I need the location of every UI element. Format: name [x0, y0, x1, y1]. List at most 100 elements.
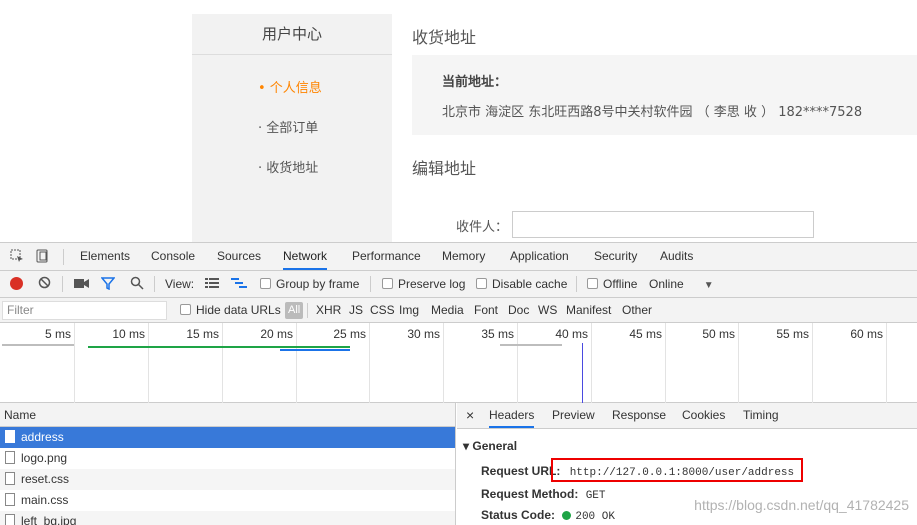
- red-highlight-box: [551, 458, 803, 482]
- timeline-tick-label: 25 ms: [333, 327, 366, 341]
- tab-headers[interactable]: Headers: [489, 403, 535, 428]
- image-file-icon: [5, 514, 15, 525]
- request-name: reset.css: [21, 472, 70, 486]
- search-icon[interactable]: [130, 276, 144, 293]
- tab-security[interactable]: Security: [594, 243, 637, 270]
- request-url-label: Request URL:: [481, 464, 561, 478]
- clear-icon[interactable]: [38, 276, 51, 292]
- sidebar-title: 用户中心: [192, 14, 392, 55]
- filter-type-other[interactable]: Other: [622, 303, 652, 317]
- preserve-log-checkbox[interactable]: Preserve log: [382, 277, 465, 291]
- address-section-title: 收货地址: [412, 28, 477, 47]
- filter-type-all[interactable]: All: [285, 302, 304, 319]
- filter-type-manifest[interactable]: Manifest: [566, 303, 611, 317]
- timeline-bar: [280, 349, 350, 351]
- timeline-tick-label: 30 ms: [407, 327, 440, 341]
- tab-elements[interactable]: Elements: [80, 243, 130, 270]
- web-page: 用户中心 • 个人信息 · 全部订单 · 收货地址 收货地址 当前地址： 北京市…: [0, 0, 917, 242]
- tab-preview[interactable]: Preview: [552, 403, 595, 428]
- devtools-panel: Elements Console Sources Network Perform…: [0, 242, 917, 525]
- group-by-frame-label: Group by frame: [276, 277, 360, 291]
- tab-performance[interactable]: Performance: [352, 243, 421, 270]
- timeline-bar: [88, 346, 350, 348]
- request-row[interactable]: left_bg.jpg: [0, 511, 455, 525]
- request-method-value: GET: [585, 490, 606, 502]
- waterfall-icon[interactable]: [231, 278, 247, 292]
- record-icon[interactable]: [10, 277, 23, 290]
- tab-console[interactable]: Console: [151, 243, 195, 270]
- filter-type-xhr[interactable]: XHR: [316, 303, 341, 317]
- filter-icon[interactable]: [100, 276, 116, 293]
- request-row[interactable]: reset.css: [0, 469, 455, 490]
- view-label: View:: [165, 277, 195, 291]
- timeline-bar: [2, 344, 74, 346]
- filter-type-font[interactable]: Font: [474, 303, 498, 317]
- large-rows-icon[interactable]: [205, 278, 219, 292]
- filter-type-doc[interactable]: Doc: [508, 303, 529, 317]
- device-toolbar-icon[interactable]: [35, 249, 49, 266]
- tab-sources[interactable]: Sources: [217, 243, 261, 270]
- timeline-tick-label: 15 ms: [186, 327, 219, 341]
- filter-type-img[interactable]: Img: [399, 303, 419, 317]
- group-by-frame-checkbox[interactable]: Group by frame: [260, 277, 359, 291]
- recipient-input[interactable]: [512, 211, 814, 238]
- tab-memory[interactable]: Memory: [442, 243, 485, 270]
- throttling-select[interactable]: Online ▼: [649, 277, 714, 291]
- filter-type-css[interactable]: CSS: [370, 303, 395, 317]
- close-icon[interactable]: ×: [466, 403, 474, 428]
- edit-address-title: 编辑地址: [412, 159, 477, 178]
- network-toolbar: View: Group by frame Preserve log Disabl…: [0, 271, 917, 298]
- request-row[interactable]: logo.png: [0, 448, 455, 469]
- status-ok-icon: [562, 511, 572, 520]
- sidebar-item-orders[interactable]: · 全部订单: [258, 117, 318, 136]
- user-center-sidebar: 用户中心 • 个人信息 · 全部订单 · 收货地址: [192, 14, 392, 242]
- request-name: logo.png: [21, 451, 68, 465]
- general-section-toggle[interactable]: ▾ General: [463, 439, 517, 453]
- request-name: address: [21, 430, 64, 444]
- request-name: main.css: [21, 493, 69, 507]
- status-code-value: 200 OK: [575, 511, 615, 523]
- current-address-text: 北京市 海淀区 东北旺西路8号中关村软件园 （ 李思 收 ） 182****75…: [442, 105, 863, 120]
- document-icon: [5, 472, 15, 485]
- details-tab-bar: × Headers Preview Response Cookies Timin…: [457, 403, 917, 429]
- request-name: left_bg.jpg: [21, 514, 77, 525]
- filter-type-media[interactable]: Media: [431, 303, 464, 317]
- filter-type-js[interactable]: JS: [349, 303, 363, 317]
- name-column-header[interactable]: Name: [0, 403, 455, 427]
- timeline-tick-label: 10 ms: [112, 327, 145, 341]
- hide-data-urls-label: Hide data URLs: [196, 303, 281, 317]
- disable-cache-checkbox[interactable]: Disable cache: [476, 277, 567, 291]
- tab-cookies[interactable]: Cookies: [682, 403, 725, 428]
- tab-timing[interactable]: Timing: [743, 403, 779, 428]
- timeline-overview[interactable]: 5 ms 10 ms 15 ms 20 ms 25 ms 30 ms 35 ms…: [0, 323, 917, 403]
- sidebar-item-profile[interactable]: • 个人信息: [258, 77, 322, 96]
- inspect-element-icon[interactable]: [10, 249, 24, 266]
- tab-network[interactable]: Network: [283, 243, 328, 270]
- load-event-marker: [582, 343, 583, 403]
- filter-input[interactable]: Filter: [2, 301, 167, 320]
- document-icon: [5, 430, 15, 443]
- preserve-log-label: Preserve log: [398, 277, 466, 291]
- request-method-row: Request Method: GET: [481, 487, 606, 502]
- tab-audits[interactable]: Audits: [660, 243, 693, 270]
- disable-cache-label: Disable cache: [492, 277, 568, 291]
- request-list: Name address logo.png reset.css main.css…: [0, 403, 456, 525]
- offline-checkbox[interactable]: Offline: [587, 277, 637, 291]
- tab-application[interactable]: Application: [510, 243, 569, 270]
- chevron-down-icon: ▼: [703, 280, 714, 291]
- timeline-tick-label: 60 ms: [850, 327, 883, 341]
- document-icon: [5, 493, 15, 506]
- current-address-label: 当前地址：: [442, 75, 508, 90]
- screenshot-icon[interactable]: [74, 278, 89, 292]
- watermark: https://blog.csdn.net/qq_41782425: [694, 497, 909, 513]
- filter-bar: Filter Hide data URLs All XHR JS CSS Img…: [0, 298, 917, 323]
- timeline-tick-label: 50 ms: [702, 327, 735, 341]
- hide-data-urls-checkbox[interactable]: Hide data URLs: [180, 303, 281, 317]
- filter-type-ws[interactable]: WS: [538, 303, 557, 317]
- request-row[interactable]: address: [0, 427, 455, 448]
- tab-response[interactable]: Response: [612, 403, 666, 428]
- timeline-tick-label: 5 ms: [44, 327, 71, 341]
- request-row[interactable]: main.css: [0, 490, 455, 511]
- request-method-label: Request Method:: [481, 487, 579, 501]
- sidebar-item-address[interactable]: · 收货地址: [258, 157, 318, 176]
